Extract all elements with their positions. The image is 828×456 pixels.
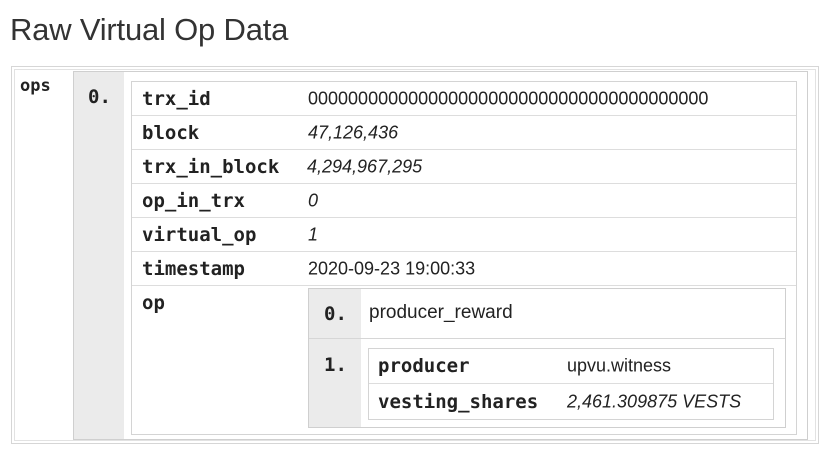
param-key: producer [378, 355, 470, 377]
field-row-virtual-op: virtual_op 1 [132, 218, 796, 252]
ops-item-index: 0. [88, 86, 111, 108]
field-row-trx-in-block: trx_in_block 4,294,967,295 [132, 150, 796, 184]
field-value: 2020-09-23 19:00:33 [308, 258, 476, 278]
param-key: vesting_shares [378, 390, 539, 413]
param-value: 2,461.309875 VESTS [567, 391, 742, 411]
field-row-timestamp: timestamp 2020-09-23 19:00:33 [132, 252, 796, 286]
row-divider [309, 338, 785, 339]
field-key: trx_id [142, 87, 211, 110]
field-row-trx-id: trx_id 000000000000000000000000000000000… [132, 82, 796, 116]
field-row-op-in-trx: op_in_trx 0 [132, 184, 796, 218]
param-row-vesting-shares: vesting_shares 2,461.309875 VESTS [369, 384, 773, 419]
field-value: 4,294,967,295 [307, 156, 423, 176]
field-key: trx_in_block [142, 155, 280, 178]
field-key: timestamp [142, 257, 245, 280]
ops-key-label: ops [20, 76, 51, 96]
field-value: 1 [308, 224, 319, 244]
op-entry-index: 1. [324, 354, 347, 376]
field-value: 47,126,436 [308, 122, 399, 142]
field-value: 0 [308, 190, 319, 210]
op-type-value: producer_reward [369, 302, 513, 323]
ops-index-column [74, 72, 124, 439]
field-key: op_in_trx [142, 189, 245, 212]
field-key: virtual_op [142, 223, 257, 246]
param-row-producer: producer upvu.witness [369, 349, 773, 384]
op-entry-index: 0. [324, 303, 347, 325]
field-value: 0000000000000000000000000000000000000000 [308, 88, 709, 108]
field-row-block: block 47,126,436 [132, 116, 796, 150]
field-key: block [142, 121, 200, 144]
field-key-op: op [142, 292, 165, 314]
param-value: upvu.witness [567, 355, 672, 376]
page-title: Raw Virtual Op Data [10, 12, 289, 47]
